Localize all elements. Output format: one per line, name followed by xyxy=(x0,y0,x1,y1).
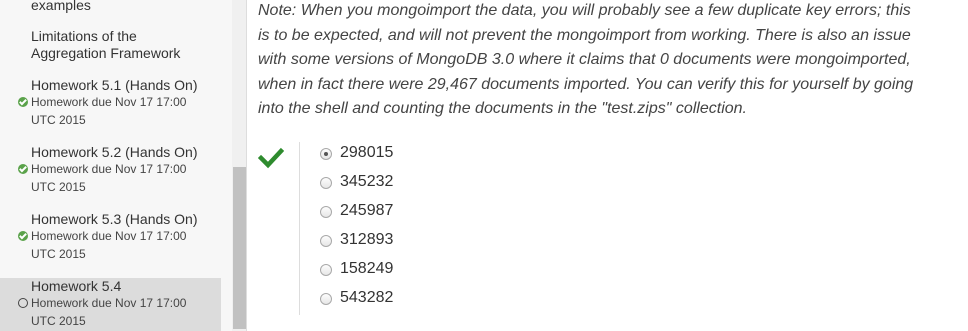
nav-item-title: examples xyxy=(31,0,91,13)
radio-button[interactable] xyxy=(320,264,332,276)
due-date: Homework due Nov 17 17:00 xyxy=(31,95,187,109)
nav-item-examples[interactable]: examples xyxy=(0,0,221,17)
option-label: 312893 xyxy=(340,231,394,248)
nav-item-limitations-aggregation[interactable]: Limitations of the Aggregation Framework xyxy=(0,28,221,64)
nav-item-title: Homework 5.1 (Hands On) xyxy=(31,77,198,93)
options-divider xyxy=(299,142,300,315)
completed-status-icon xyxy=(18,97,28,107)
nav-item-title: Aggregation Framework xyxy=(31,45,181,61)
option-label: 543282 xyxy=(340,289,394,306)
course-sidebar: examples Limitations of the Aggregation … xyxy=(0,0,232,331)
nav-item-homework-5-2[interactable]: Homework 5.2 (Hands On) Homework due Nov… xyxy=(0,144,221,196)
note-line: when in fact there were 29,467 documents… xyxy=(258,75,914,93)
note-line: Note: When you mongoimport the data, you… xyxy=(258,2,911,19)
note-line: with some versions of MongoDB 3.0 where … xyxy=(258,51,911,68)
due-date: UTC 2015 xyxy=(31,314,86,328)
radio-button[interactable] xyxy=(320,148,332,160)
sidebar-scrollbar[interactable] xyxy=(232,0,247,331)
completed-status-icon xyxy=(18,164,28,174)
due-date: Homework due Nov 17 17:00 xyxy=(31,162,187,176)
nav-item-title: Limitations of the xyxy=(31,28,137,44)
option-label: 245987 xyxy=(340,202,394,219)
completed-status-icon xyxy=(18,231,28,241)
correct-check-icon xyxy=(258,147,284,169)
nav-item-title: Homework 5.4 xyxy=(31,278,122,294)
nav-item-homework-5-4[interactable]: Homework 5.4 Homework due Nov 17 17:00 U… xyxy=(0,278,221,331)
radio-button[interactable] xyxy=(320,235,332,247)
nav-item-homework-5-3[interactable]: Homework 5.3 (Hands On) Homework due Nov… xyxy=(0,211,221,263)
due-date: Homework due Nov 17 17:00 xyxy=(31,296,187,310)
problem-note: Note: When you mongoimport the data, you… xyxy=(258,0,958,122)
option-label: 345232 xyxy=(340,173,394,190)
nav-item-title: Homework 5.3 (Hands On) xyxy=(31,211,198,227)
nav-item-title: Homework 5.2 (Hands On) xyxy=(31,144,198,160)
incomplete-status-icon xyxy=(18,298,28,308)
option-label: 158249 xyxy=(340,260,394,277)
radio-button[interactable] xyxy=(320,177,332,189)
scrollbar-thumb[interactable] xyxy=(233,167,246,329)
note-line: into the shell and counting the document… xyxy=(258,100,747,117)
due-date: UTC 2015 xyxy=(31,247,86,261)
note-line: is to be expected, and will not prevent … xyxy=(258,26,911,44)
due-date: Homework due Nov 17 17:00 xyxy=(31,229,187,243)
option-label: 298015 xyxy=(340,144,394,161)
radio-button[interactable] xyxy=(320,293,332,305)
due-date: UTC 2015 xyxy=(31,113,86,127)
problem-content: Note: When you mongoimport the data, you… xyxy=(248,0,968,331)
due-date: UTC 2015 xyxy=(31,180,86,194)
radio-button[interactable] xyxy=(320,206,332,218)
nav-item-homework-5-1[interactable]: Homework 5.1 (Hands On) Homework due Nov… xyxy=(0,77,221,129)
